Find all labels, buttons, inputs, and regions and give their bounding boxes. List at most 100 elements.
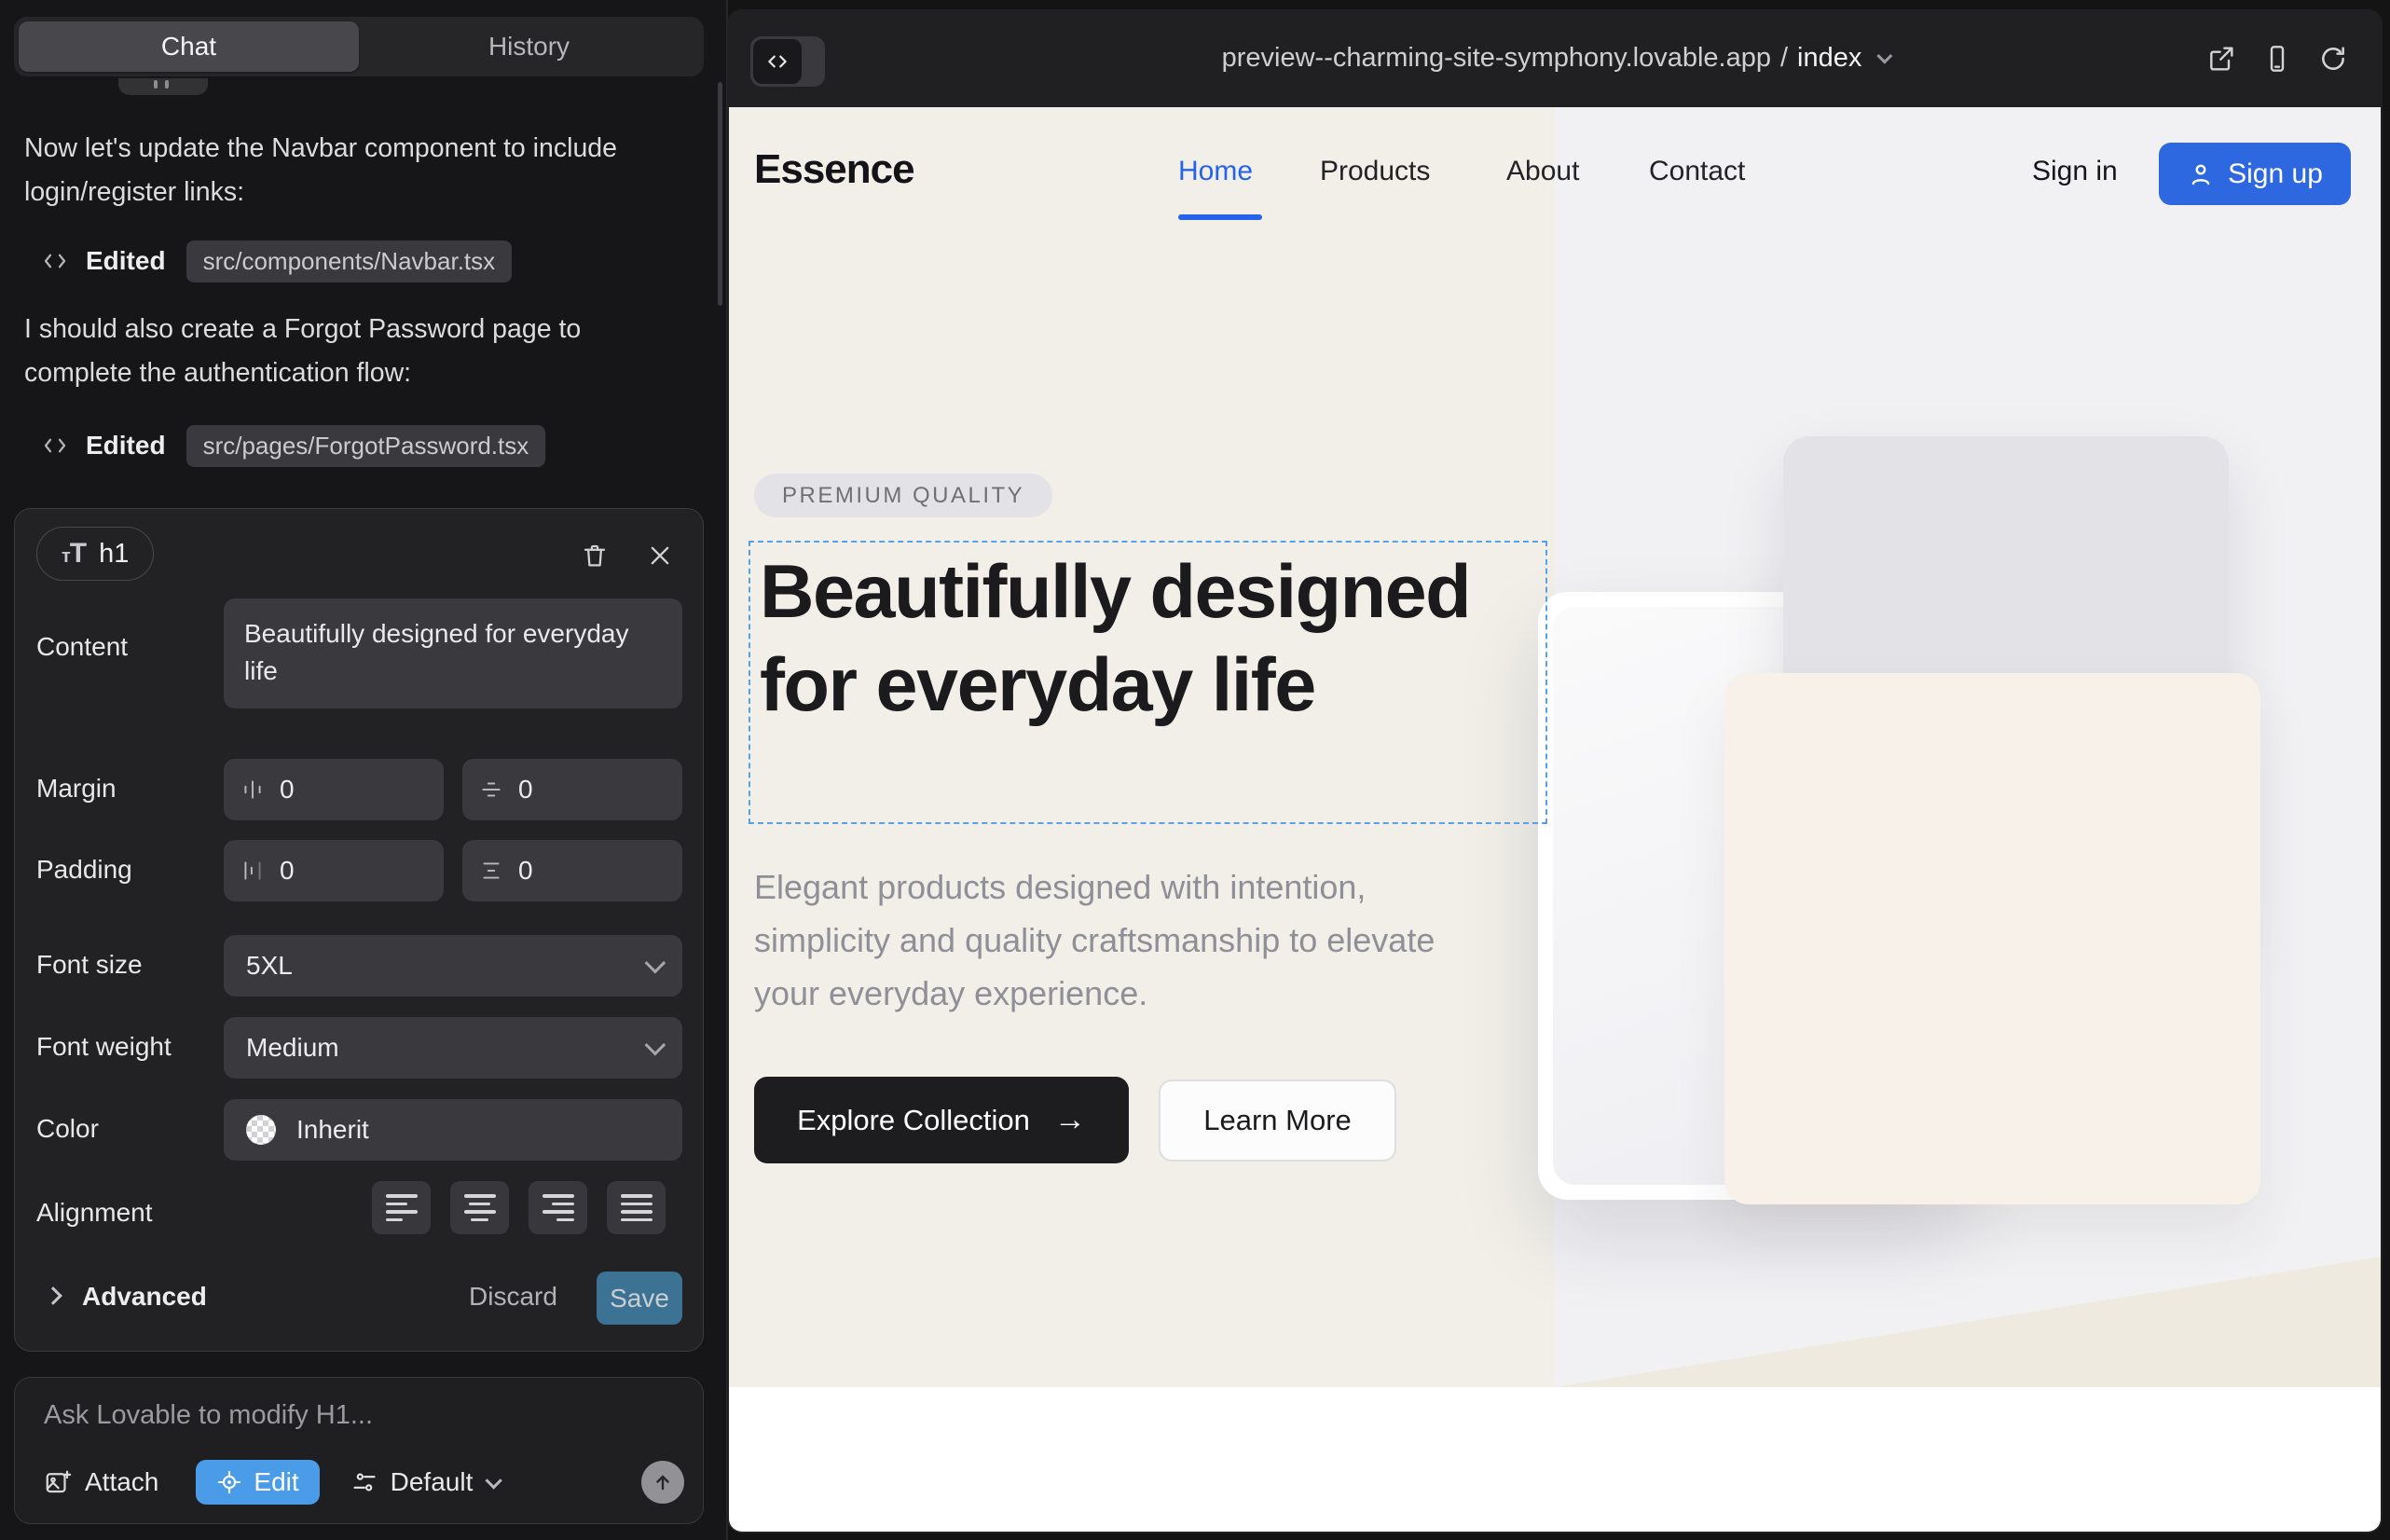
font-weight-select[interactable]: Medium bbox=[224, 1017, 682, 1079]
nav-link-about[interactable]: About bbox=[1506, 156, 1579, 187]
discard-button[interactable]: Discard bbox=[469, 1282, 557, 1312]
preview-browser-frame: preview--charming-site-symphony.lovable.… bbox=[727, 9, 2383, 1533]
color-field[interactable]: Inherit bbox=[224, 1099, 682, 1161]
edited-file-chip[interactable]: src/components/Navbar.tsx bbox=[186, 241, 513, 282]
open-external-button[interactable] bbox=[2205, 43, 2237, 75]
align-left-icon bbox=[386, 1194, 418, 1221]
delete-element-button[interactable] bbox=[576, 537, 613, 574]
align-center-button[interactable] bbox=[450, 1181, 509, 1234]
font-size-select[interactable]: 5XL bbox=[224, 935, 682, 997]
sliders-icon bbox=[351, 1469, 378, 1495]
margin-vertical-icon bbox=[479, 777, 503, 802]
app-root: Chat History Now let's update the Navbar… bbox=[0, 0, 2390, 1540]
margin-y-input[interactable]: 0 bbox=[462, 759, 682, 820]
edit-label: Edit bbox=[254, 1467, 298, 1497]
mobile-view-button[interactable] bbox=[2261, 43, 2293, 75]
chevron-right-icon bbox=[44, 1286, 62, 1305]
save-button[interactable]: Save bbox=[597, 1272, 682, 1325]
learn-more-button[interactable]: Learn More bbox=[1159, 1079, 1396, 1162]
mode-select[interactable]: Default bbox=[351, 1467, 499, 1497]
padding-x-input[interactable]: 0 bbox=[224, 840, 444, 901]
tab-history[interactable]: History bbox=[359, 21, 699, 72]
element-tag-label: h1 bbox=[99, 539, 129, 570]
padding-y-input[interactable]: 0 bbox=[462, 840, 682, 901]
attach-image-icon bbox=[44, 1468, 72, 1496]
nav-link-products[interactable]: Products bbox=[1320, 156, 1430, 187]
tab-chat[interactable]: Chat bbox=[19, 21, 359, 72]
explore-collection-button[interactable]: Explore Collection → bbox=[754, 1077, 1129, 1163]
nav-link-contact[interactable]: Contact bbox=[1649, 156, 1745, 187]
mode-label: Default bbox=[391, 1467, 474, 1497]
premium-badge: PREMIUM QUALITY bbox=[754, 474, 1052, 517]
edit-action-label: Edited bbox=[86, 431, 166, 461]
sign-up-button[interactable]: Sign up bbox=[2159, 143, 2351, 205]
padding-vertical-icon bbox=[479, 859, 503, 883]
chat-composer[interactable]: Ask Lovable to modify H1... Attach Edit bbox=[14, 1377, 704, 1524]
content-textarea[interactable]: Beautifully designed for everyday life bbox=[224, 598, 682, 708]
edited-file-chip[interactable]: src/pages/ForgotPassword.tsx bbox=[186, 425, 546, 467]
url-host: preview--charming-site-symphony.lovable.… bbox=[1222, 43, 1771, 74]
site-viewport: Essence Home Products About Contact Sign… bbox=[729, 107, 2381, 1532]
chevron-down-icon bbox=[645, 953, 666, 974]
code-icon bbox=[41, 432, 69, 460]
font-size-label: Font size bbox=[36, 950, 143, 980]
send-button[interactable] bbox=[641, 1461, 684, 1504]
hero-heading[interactable]: Beautifully designed for everyday life bbox=[760, 545, 1543, 732]
text-type-icon: тT bbox=[62, 538, 86, 570]
font-size-value: 5XL bbox=[246, 951, 293, 981]
advanced-toggle[interactable]: Advanced bbox=[82, 1282, 207, 1312]
hero-paragraph[interactable]: Elegant products designed with intention… bbox=[754, 860, 1500, 1020]
active-nav-underline bbox=[1178, 214, 1262, 220]
element-editor-panel: тT h1 Content Beautifully designed for e… bbox=[14, 508, 704, 1352]
edited-file-row[interactable]: Edited src/components/Navbar.tsx bbox=[41, 241, 512, 282]
color-label: Color bbox=[36, 1114, 99, 1144]
target-icon bbox=[216, 1469, 242, 1495]
padding-x-value: 0 bbox=[280, 856, 295, 886]
align-justify-button[interactable] bbox=[607, 1181, 666, 1234]
person-icon bbox=[2187, 160, 2215, 188]
assistant-message: I should also create a Forgot Password p… bbox=[24, 308, 686, 395]
scrolled-chip-remnant bbox=[118, 78, 208, 95]
font-weight-label: Font weight bbox=[36, 1032, 172, 1062]
align-right-button[interactable] bbox=[529, 1181, 587, 1234]
padding-y-value: 0 bbox=[518, 856, 533, 886]
align-center-icon bbox=[464, 1194, 496, 1221]
sign-up-label: Sign up bbox=[2228, 158, 2323, 190]
assistant-message: Now let's update the Navbar component to… bbox=[24, 127, 686, 214]
align-left-button[interactable] bbox=[372, 1181, 431, 1234]
chevron-down-icon bbox=[486, 1472, 502, 1489]
padding-horizontal-icon bbox=[240, 859, 265, 883]
site-navbar: Essence Home Products About Contact Sign… bbox=[729, 107, 2381, 247]
margin-x-input[interactable]: 0 bbox=[224, 759, 444, 820]
edit-action-label: Edited bbox=[86, 246, 166, 276]
align-justify-icon bbox=[621, 1194, 652, 1221]
sign-in-link[interactable]: Sign in bbox=[2032, 156, 2118, 187]
chevron-down-icon bbox=[645, 1035, 666, 1056]
attach-label: Attach bbox=[85, 1467, 158, 1497]
align-right-icon bbox=[543, 1194, 574, 1221]
alignment-label: Alignment bbox=[36, 1198, 153, 1228]
chat-scrollbar[interactable] bbox=[718, 82, 722, 306]
url-page: index bbox=[1797, 43, 1861, 74]
url-bar[interactable]: preview--charming-site-symphony.lovable.… bbox=[727, 9, 2383, 107]
edit-mode-button[interactable]: Edit bbox=[196, 1460, 319, 1505]
sidebar-tabs: Chat History bbox=[14, 17, 704, 76]
chat-sidebar: Chat History Now let's update the Navbar… bbox=[0, 0, 727, 1540]
element-tag-pill[interactable]: тT h1 bbox=[36, 527, 154, 581]
padding-label: Padding bbox=[36, 855, 132, 885]
nav-link-home[interactable]: Home bbox=[1178, 156, 1253, 187]
refresh-button[interactable] bbox=[2317, 43, 2349, 75]
site-logo[interactable]: Essence bbox=[754, 146, 914, 193]
color-swatch bbox=[246, 1115, 276, 1145]
edited-file-row[interactable]: Edited src/pages/ForgotPassword.tsx bbox=[41, 425, 545, 466]
composer-placeholder[interactable]: Ask Lovable to modify H1... bbox=[44, 1400, 373, 1431]
chevron-down-icon bbox=[1877, 48, 1893, 63]
arrow-right-icon: → bbox=[1054, 1102, 1086, 1138]
content-label: Content bbox=[36, 632, 128, 662]
attach-button[interactable]: Attach bbox=[44, 1467, 158, 1497]
decor-card-beige bbox=[1724, 673, 2260, 1204]
margin-x-value: 0 bbox=[280, 775, 295, 804]
close-panel-button[interactable] bbox=[641, 537, 679, 574]
margin-label: Margin bbox=[36, 774, 117, 804]
margin-horizontal-icon bbox=[240, 777, 265, 802]
